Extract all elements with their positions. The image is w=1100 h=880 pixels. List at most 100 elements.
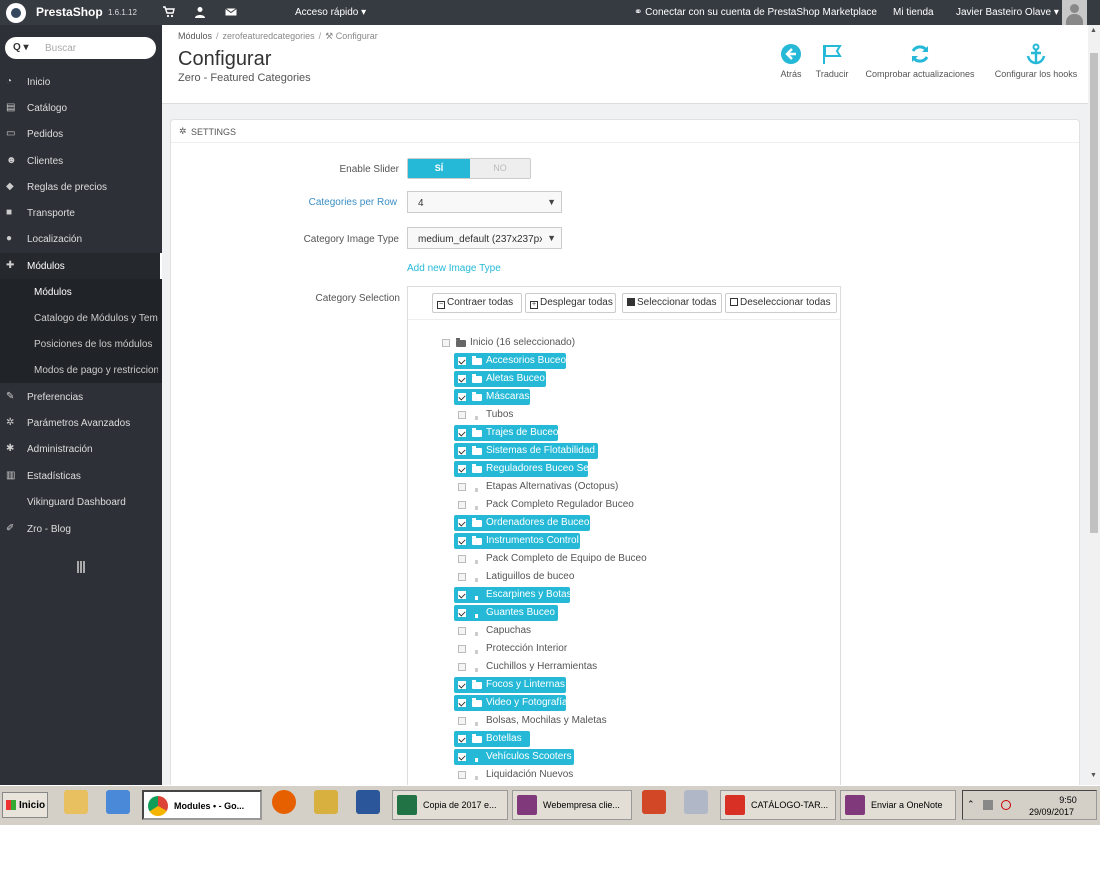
category-checkbox[interactable] (458, 699, 466, 707)
word-icon[interactable] (356, 790, 380, 814)
sidebar-subitem-modulos[interactable]: Módulos (0, 279, 162, 305)
configure-hooks-button[interactable]: Configurar los hooks (990, 43, 1082, 79)
mail-icon[interactable] (225, 6, 237, 18)
sidebar-item-catalogo[interactable]: ▤ Catálogo (0, 95, 162, 121)
category-checkbox[interactable] (458, 645, 466, 653)
sidebar-item-localizacion[interactable]: ● Localización (0, 226, 162, 252)
toggle-no[interactable]: NO (470, 159, 530, 178)
tree-category-item[interactable]: Escarpines y Botas (454, 587, 572, 603)
start-button[interactable]: Inicio (2, 792, 48, 818)
tree-category-item[interactable]: Cuchillos y Herramientas (454, 659, 654, 675)
category-checkbox[interactable] (458, 375, 466, 383)
add-image-type-link[interactable]: Add new Image Type (407, 263, 501, 274)
clock-date[interactable]: 29/09/2017 (1029, 807, 1074, 817)
expand-all-button[interactable]: + Desplegar todas (525, 293, 616, 313)
tree-category-item[interactable]: Pack Completo Regulador Buceo (454, 497, 654, 513)
categories-per-row-select[interactable]: 4 ▼ (407, 191, 562, 213)
tree-category-item[interactable]: Guantes Buceo (454, 605, 558, 621)
sidebar-item-preferencias[interactable]: ✎ Preferencias (0, 384, 162, 410)
sidebar-subitem-catalogo-modulos[interactable]: Catalogo de Módulos y Temas (0, 305, 162, 331)
category-checkbox[interactable] (458, 717, 466, 725)
sidebar-item-estadisticas[interactable]: ▥ Estadísticas (0, 463, 162, 489)
category-checkbox[interactable] (458, 483, 466, 491)
toggle-yes[interactable]: SÍ (408, 159, 470, 178)
tree-category-item[interactable]: Sistemas de Flotabilidad (454, 443, 598, 459)
tree-category-item[interactable]: Aletas Buceo (454, 371, 546, 387)
category-checkbox[interactable] (458, 753, 466, 761)
tree-category-item[interactable]: Protección Interior (454, 641, 654, 657)
search-icon[interactable]: Q ▾ (13, 42, 29, 53)
task-send-onenote[interactable]: Enviar a OneNote (840, 790, 956, 820)
category-checkbox[interactable] (458, 627, 466, 635)
file-explorer-icon[interactable] (64, 790, 88, 814)
sidebar-item-transporte[interactable]: ■ Transporte (0, 200, 162, 226)
sidebar-subitem-posiciones[interactable]: Posiciones de los módulos (0, 331, 162, 357)
category-checkbox[interactable] (458, 735, 466, 743)
category-checkbox[interactable] (458, 681, 466, 689)
sidebar-item-inicio[interactable]: ◔ Inicio (0, 69, 162, 95)
translate-button[interactable]: Traducir (812, 43, 852, 79)
cart-icon[interactable] (163, 6, 175, 18)
task-excel[interactable]: Copia de 2017 e... (392, 790, 508, 820)
category-checkbox[interactable] (458, 609, 466, 617)
tree-category-item[interactable]: Vehículos Scooters (454, 749, 574, 765)
deselect-all-button[interactable]: Deseleccionar todas (725, 293, 837, 313)
tree-category-item[interactable]: Máscaras (454, 389, 530, 405)
search-input[interactable]: Q ▾ Buscar (5, 37, 156, 59)
category-checkbox[interactable] (458, 591, 466, 599)
select-all-button[interactable]: Seleccionar todas (622, 293, 722, 313)
volume-muted-icon[interactable] (1001, 800, 1011, 810)
category-checkbox[interactable] (458, 411, 466, 419)
tree-category-item[interactable]: Video y Fotografía (454, 695, 568, 711)
sidebar-subitem-modos-pago[interactable]: Modos de pago y restricciones (0, 357, 162, 383)
category-checkbox[interactable] (458, 555, 466, 563)
tree-category-item[interactable]: Etapas Alternativas (Octopus) (454, 479, 654, 495)
sidebar-item-pedidos[interactable]: ▭ Pedidos (0, 121, 162, 147)
user-menu[interactable]: Javier Basteiro Olave ▾ (956, 7, 1059, 18)
breadcrumb-module[interactable]: zerofeaturedcategories (223, 31, 315, 41)
calculator-icon[interactable] (684, 790, 708, 814)
sidebar-item-parametros-avanzados[interactable]: ✲ Parámetros Avanzados (0, 410, 162, 436)
page-scrollbar[interactable]: ▲ ▼ (1088, 25, 1100, 785)
sidebar-item-modulos[interactable]: ✚ Módulos (0, 253, 162, 279)
category-checkbox[interactable] (458, 357, 466, 365)
sidebar-item-clientes[interactable]: ☻ Clientes (0, 148, 162, 174)
task-pdf[interactable]: CATÁLOGO-TAR... (720, 790, 836, 820)
paint-icon[interactable] (314, 790, 338, 814)
category-checkbox[interactable] (458, 663, 466, 671)
category-checkbox[interactable] (458, 771, 466, 779)
marketplace-link[interactable]: ⚭ Conectar con su cuenta de PrestaShop M… (634, 7, 877, 18)
tree-category-item[interactable]: Accesorios Buceo (454, 353, 566, 369)
tree-category-item[interactable]: Botellas (454, 731, 530, 747)
network-icon[interactable] (983, 800, 993, 810)
breadcrumb-modulos[interactable]: Módulos (178, 31, 212, 41)
tree-category-item[interactable]: Instrumentos Control (454, 533, 580, 549)
clock-time[interactable]: 9:50 (1043, 795, 1093, 805)
firefox-icon[interactable] (272, 790, 296, 814)
brand-name[interactable]: PrestaShop (36, 5, 103, 19)
scroll-thumb[interactable] (1090, 53, 1098, 533)
scroll-up-icon[interactable]: ▲ (1090, 27, 1097, 34)
tree-category-item[interactable]: Latiguillos de buceo (454, 569, 654, 585)
tree-category-item[interactable]: Tubos (454, 407, 654, 423)
tree-category-item[interactable]: Pack Completo de Equipo de Buceo (454, 551, 654, 567)
category-checkbox[interactable] (458, 573, 466, 581)
user-icon[interactable] (194, 6, 206, 18)
category-checkbox[interactable] (458, 501, 466, 509)
tree-category-item[interactable]: Focos y Linternas (454, 677, 566, 693)
powerpoint-icon[interactable] (642, 790, 666, 814)
chevron-up-icon[interactable]: ⌃ (967, 799, 975, 810)
collapse-sidebar-icon[interactable] (77, 561, 85, 573)
avatar[interactable] (1062, 0, 1087, 25)
sidebar-item-reglas-precios[interactable]: ◆ Reglas de precios (0, 174, 162, 200)
sidebar-item-vikinguard[interactable]: Vikinguard Dashboard (0, 489, 162, 515)
task-chrome[interactable]: Modules • - Go... (142, 790, 262, 820)
category-checkbox[interactable] (458, 519, 466, 527)
tree-category-item[interactable]: Trajes de Buceo (454, 425, 558, 441)
tree-category-item[interactable]: Bolsas, Mochilas y Maletas (454, 713, 654, 729)
enable-slider-toggle[interactable]: SÍ NO (407, 158, 531, 179)
prestashop-logo-icon[interactable] (6, 3, 26, 23)
category-checkbox[interactable] (458, 429, 466, 437)
sidebar-item-zro-blog[interactable]: ✐ Zro - Blog (0, 516, 162, 542)
quick-access-menu[interactable]: Acceso rápido ▾ (295, 7, 366, 18)
